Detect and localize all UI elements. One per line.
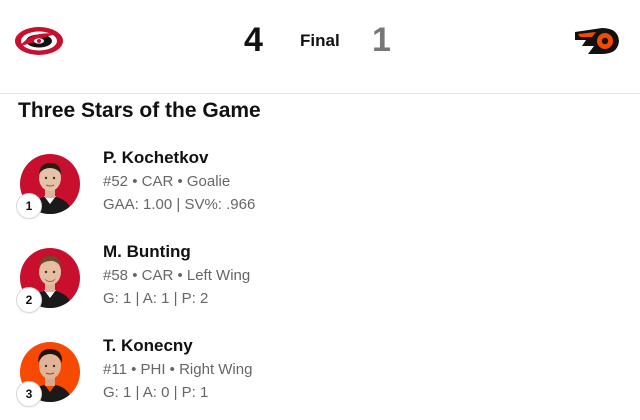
player-info: #11 • PHI • Right Wing (103, 361, 253, 378)
rank-badge: 2 (17, 288, 41, 312)
player-stats: G: 1 | A: 1 | P: 2 (103, 290, 209, 307)
player-info: #58 • CAR • Left Wing (103, 267, 251, 284)
rank-badge: 3 (17, 382, 41, 406)
three-stars-title: Three Stars of the Game (18, 99, 261, 122)
player-name[interactable]: P. Kochetkov (103, 148, 209, 168)
home-score: 4 (244, 21, 263, 59)
player-name[interactable]: T. Konecny (103, 336, 193, 356)
game-status: Final (300, 31, 340, 50)
game-header: 4 Final 1 (0, 0, 640, 94)
star-row-1[interactable]: 1 P. Kochetkov #52 • CAR • Goalie GAA: 1… (0, 148, 640, 232)
away-score: 1 (372, 21, 391, 59)
hurricanes-logo-icon[interactable] (14, 22, 64, 60)
star-row-3[interactable]: 3 T. Konecny #11 • PHI • Right Wing G: 1… (0, 336, 640, 420)
player-name[interactable]: M. Bunting (103, 242, 191, 262)
rank-badge: 1 (17, 194, 41, 218)
player-stats: G: 1 | A: 0 | P: 1 (103, 384, 209, 401)
player-info: #52 • CAR • Goalie (103, 173, 231, 190)
flyers-logo-icon[interactable] (572, 22, 622, 60)
star-row-2[interactable]: 2 M. Bunting #58 • CAR • Left Wing G: 1 … (0, 242, 640, 326)
player-stats: GAA: 1.00 | SV%: .966 (103, 196, 256, 213)
